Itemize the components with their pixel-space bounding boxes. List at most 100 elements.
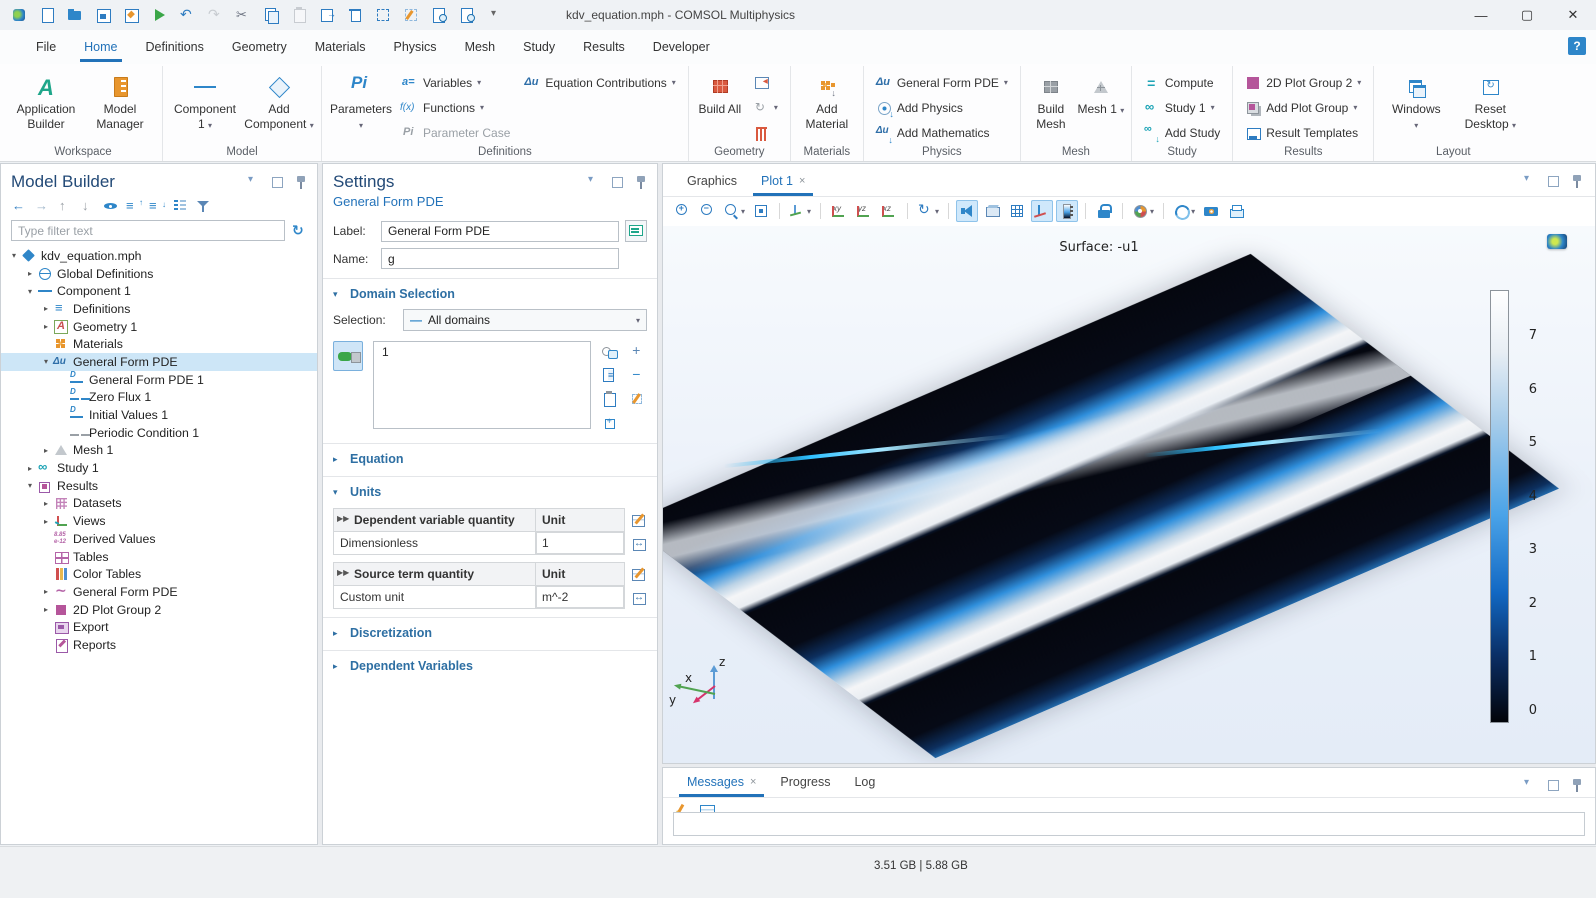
graphics-tab[interactable]: Graphics ×: [675, 167, 749, 196]
graphics-tool-button[interactable]: [907, 203, 908, 219]
panel-control-button[interactable]: [609, 174, 625, 190]
panel-control-button[interactable]: [1521, 173, 1537, 189]
tree-item[interactable]: Component 1: [1, 282, 317, 300]
add-component-button[interactable]: Add Component ▾: [243, 68, 315, 138]
help-button[interactable]: ?: [1568, 37, 1586, 55]
tree-item[interactable]: Geometry 1: [1, 318, 317, 336]
tree-expander[interactable]: [23, 481, 37, 490]
quick-access-button[interactable]: [374, 6, 392, 24]
reset-desktop-button[interactable]: Reset Desktop ▾: [1454, 68, 1526, 138]
quick-access-button[interactable]: [262, 6, 280, 24]
menu-item[interactable]: Developer: [641, 34, 722, 60]
model-builder-tool-button[interactable]: [172, 198, 188, 214]
quick-access-button[interactable]: [122, 6, 140, 24]
tree-expander[interactable]: [39, 357, 53, 366]
units-section[interactable]: ▾ Units: [323, 477, 657, 503]
tree-item[interactable]: Study 1: [1, 459, 317, 477]
physics-interface-select[interactable]: General Form PDE▾: [870, 70, 1014, 95]
minimize-button[interactable]: —: [1458, 0, 1504, 30]
graphics-tool-button[interactable]: [696, 200, 718, 222]
discretization-section[interactable]: ▸ Discretization: [323, 618, 657, 644]
quick-access-button[interactable]: [402, 6, 420, 24]
selection-tool-button[interactable]: [629, 367, 645, 383]
tree-item[interactable]: Mesh 1: [1, 442, 317, 460]
change-unit-button[interactable]: [631, 590, 647, 606]
graphics-tool-button[interactable]: [828, 200, 850, 222]
compute-button[interactable]: Compute: [1138, 70, 1226, 95]
close-tab-icon[interactable]: ×: [799, 175, 805, 187]
filter-input[interactable]: [11, 220, 285, 241]
panel-control-button[interactable]: [269, 174, 285, 190]
graphics-tool-button[interactable]: [820, 203, 821, 219]
close-button[interactable]: ✕: [1550, 0, 1596, 30]
model-manager-button[interactable]: Model Manager: [84, 68, 156, 138]
graphics-tool-button[interactable]: [1056, 200, 1078, 222]
add-mathematics-button[interactable]: Add Mathematics: [870, 120, 1014, 145]
quantity-cell[interactable]: Custom unit: [334, 586, 536, 608]
panel-control-button[interactable]: [633, 174, 649, 190]
graphics-tool-button[interactable]: [1031, 200, 1053, 222]
quick-access-button[interactable]: [346, 6, 364, 24]
tree-expander[interactable]: [39, 605, 53, 614]
selection-list[interactable]: 1: [373, 341, 591, 429]
active-toggle-button[interactable]: [333, 341, 363, 371]
tree-item[interactable]: Derived Values: [1, 530, 317, 548]
tree-item[interactable]: Definitions: [1, 300, 317, 318]
model-builder-tool-button[interactable]: [57, 198, 73, 214]
selection-tool-button[interactable]: [629, 391, 645, 407]
quick-access-button[interactable]: [66, 6, 84, 24]
tree-expander[interactable]: [7, 251, 21, 260]
tree-item[interactable]: Materials: [1, 335, 317, 353]
graphics-tool-button[interactable]: [948, 203, 949, 219]
tree-expander[interactable]: [39, 517, 53, 526]
graphics-tool-button[interactable]: [787, 200, 813, 222]
messages-output[interactable]: [673, 812, 1585, 836]
add-plot-group-button[interactable]: Add Plot Group▾: [1239, 95, 1367, 120]
selection-tool-button[interactable]: [629, 343, 645, 359]
messages-tab[interactable]: Progress ×: [768, 768, 842, 797]
graphics-tool-button[interactable]: [779, 203, 780, 219]
unit-cell[interactable]: 1: [536, 532, 624, 554]
quick-access-button[interactable]: [10, 6, 28, 24]
graphics-tool-button[interactable]: [1163, 203, 1164, 219]
tree-item[interactable]: Periodic Condition 1: [1, 424, 317, 442]
graphics-tool-button[interactable]: [878, 200, 900, 222]
model-builder-tool-button[interactable]: [34, 198, 50, 214]
panel-control-button[interactable]: [1569, 173, 1585, 189]
tree-expander[interactable]: [39, 304, 53, 313]
panel-control-button[interactable]: [1545, 173, 1561, 189]
menu-item[interactable]: Results: [571, 34, 637, 60]
windows-button[interactable]: Windows▾: [1380, 68, 1452, 138]
tree-item[interactable]: Results: [1, 477, 317, 495]
study-1-button[interactable]: Study 1▾: [1138, 95, 1226, 120]
selection-tool-button[interactable]: [601, 367, 617, 383]
model-builder-tool-button[interactable]: [103, 198, 119, 214]
quick-access-button[interactable]: [206, 6, 224, 24]
tree-item[interactable]: Export: [1, 618, 317, 636]
edit-table-button[interactable]: [631, 566, 647, 582]
graphics-tool-button[interactable]: [853, 200, 875, 222]
model-builder-tool-button[interactable]: [195, 198, 211, 214]
change-unit-button[interactable]: [631, 536, 647, 552]
edit-table-button[interactable]: [631, 512, 647, 528]
selection-tool-button[interactable]: [601, 391, 617, 407]
panel-control-button[interactable]: [1569, 777, 1585, 793]
tree-item[interactable]: Tables: [1, 548, 317, 566]
selection-dropdown[interactable]: — All domains ▾: [403, 309, 647, 331]
graphics-tool-button[interactable]: [1171, 200, 1197, 222]
panel-control-button[interactable]: [1545, 777, 1561, 793]
build-all-button[interactable]: Build All: [695, 68, 745, 138]
tree-item[interactable]: General Form PDE: [1, 353, 317, 371]
quick-access-button[interactable]: [150, 6, 168, 24]
application-builder-button[interactable]: Application Builder: [10, 68, 82, 138]
messages-tab[interactable]: Log ×: [842, 768, 887, 797]
update-geometry-button[interactable]: ▾: [747, 95, 784, 120]
label-input[interactable]: [381, 221, 619, 242]
equation-contributions-button[interactable]: Equation Contributions▾: [518, 70, 681, 95]
tree-expander[interactable]: [23, 269, 37, 278]
graphics-tool-button[interactable]: [750, 200, 772, 222]
selection-tool-button[interactable]: [601, 343, 617, 359]
equation-section[interactable]: ▸ Equation: [323, 444, 657, 470]
graphics-tool-button[interactable]: [1006, 200, 1028, 222]
tree-expander[interactable]: [39, 587, 53, 596]
